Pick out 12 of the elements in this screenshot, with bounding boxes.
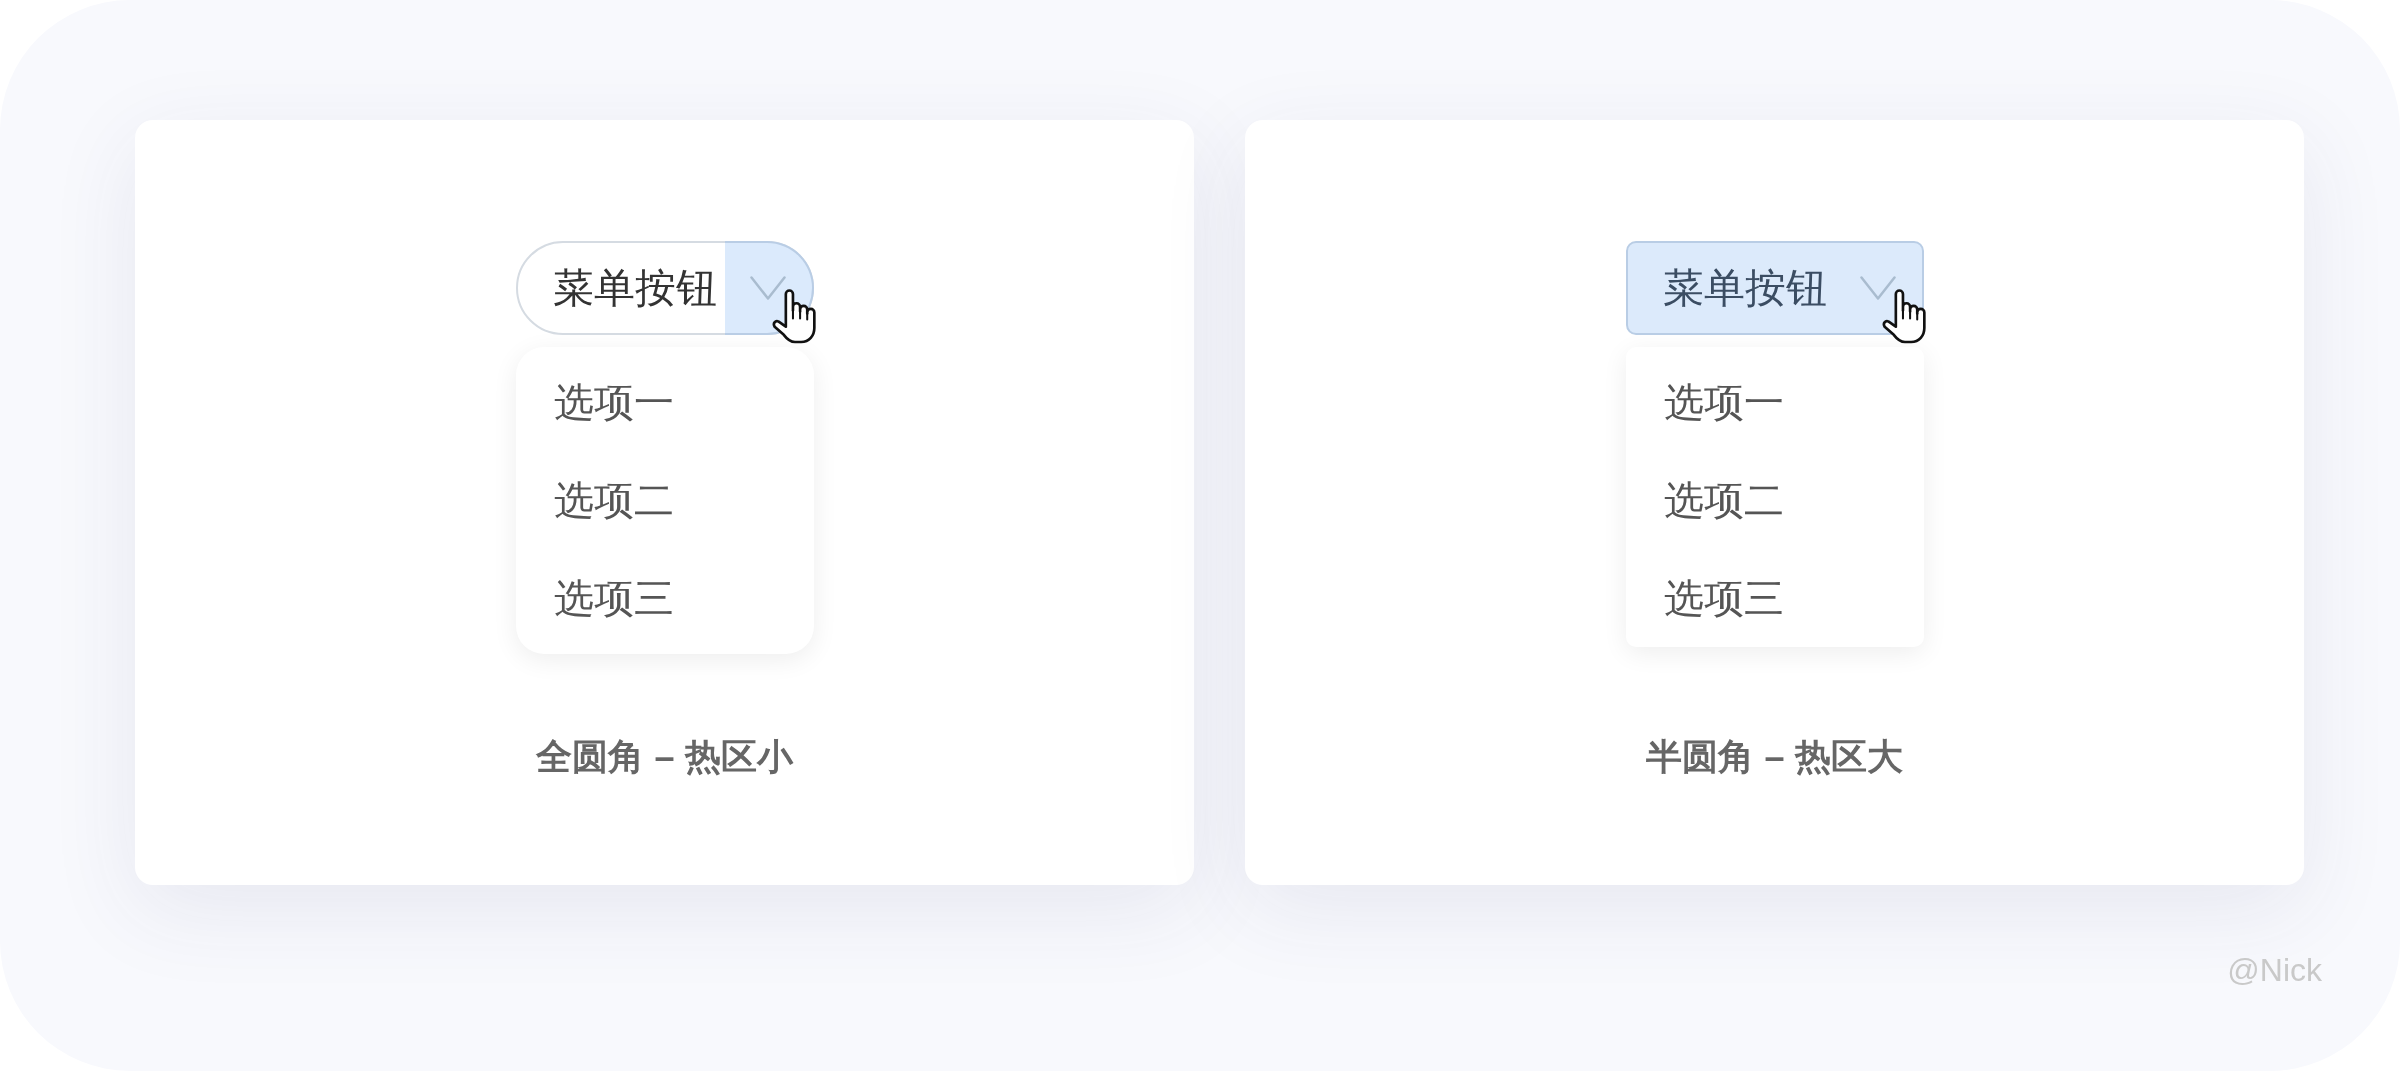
menu-button[interactable]: 菜单按钮 <box>515 241 814 335</box>
menu-option[interactable]: 选项一 <box>515 353 814 451</box>
caption-text: 全圆角 – 热区小 <box>536 736 793 778</box>
chevron-down-icon <box>750 276 786 300</box>
menu-option[interactable]: 选项一 <box>1625 353 1924 451</box>
menu-option[interactable]: 选项二 <box>515 451 814 549</box>
menu-option[interactable]: 选项二 <box>1625 451 1924 549</box>
menu-option[interactable]: 选项三 <box>515 549 814 647</box>
caption-text: 半圆角 – 热区大 <box>1646 736 1903 778</box>
menu-button[interactable]: 菜单按钮 <box>1625 241 1924 335</box>
chevron-down-icon <box>1860 276 1896 300</box>
menu-option[interactable]: 选项三 <box>1625 549 1924 647</box>
